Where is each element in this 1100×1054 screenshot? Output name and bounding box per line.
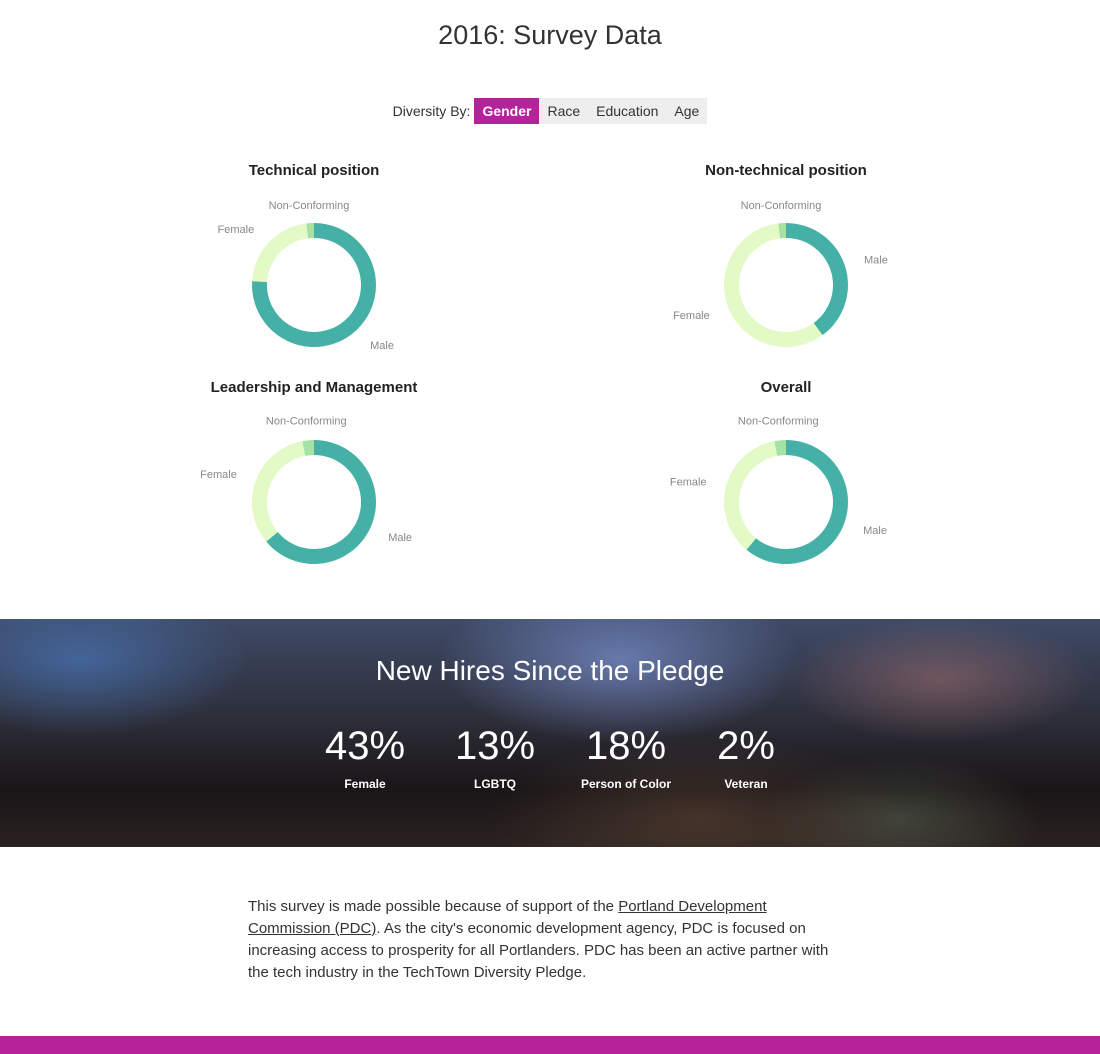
stat-value: 2% xyxy=(717,724,775,768)
stat-label: Female xyxy=(344,777,386,791)
donut-label-non-conforming: Non-Conforming xyxy=(738,415,819,427)
stat-value: 13% xyxy=(454,724,536,768)
new-hires-banner: New Hires Since the Pledge 43% Female 13… xyxy=(0,619,1100,847)
stat-person-of-color: 18% Person of Color xyxy=(556,723,696,791)
stat-label: LGBTQ xyxy=(474,777,516,791)
about-text-before: This survey is made possible because of … xyxy=(248,898,619,915)
donut-label-male: Male xyxy=(863,525,887,537)
stat-veteran: 2% Veteran xyxy=(676,723,816,791)
donut-chart-overall: Male Female Non-Conforming xyxy=(670,415,887,564)
footer-accent-bar xyxy=(0,1036,1100,1054)
stat-label: Person of Color xyxy=(580,777,671,791)
stat-female: 43% Female xyxy=(295,723,435,791)
donut-slice-female xyxy=(724,441,778,550)
about-paragraph: This survey is made possible because of … xyxy=(248,896,848,984)
stat-lgbtq: 13% LGBTQ xyxy=(425,723,565,791)
stat-label: Veteran xyxy=(724,777,768,791)
stat-value: 43% xyxy=(324,724,406,768)
donut-label-female: Female xyxy=(670,477,707,489)
new-hires-title: New Hires Since the Pledge xyxy=(375,655,725,686)
stat-value: 18% xyxy=(585,724,667,768)
